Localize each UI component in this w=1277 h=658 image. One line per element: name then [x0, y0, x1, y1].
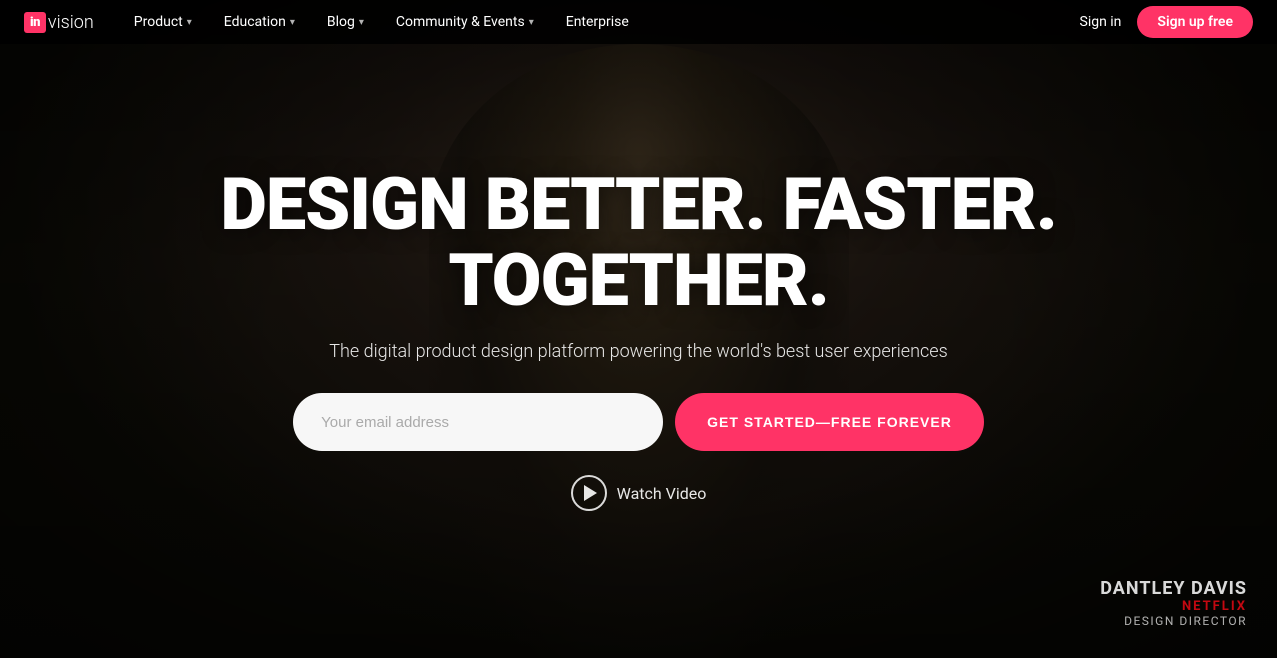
chevron-down-icon: ▾ [187, 17, 192, 28]
nav-right: Sign in Sign up free [1080, 6, 1254, 38]
chevron-down-icon: ▾ [359, 17, 364, 28]
main-nav: in vision Product ▾ Education ▾ Blog ▾ C… [0, 0, 1277, 44]
hero-content: DESIGN BETTER. FASTER. TOGETHER. The dig… [89, 147, 1189, 511]
nav-item-community[interactable]: Community & Events ▾ [380, 0, 550, 44]
nav-product-label: Product [134, 14, 183, 30]
hero-title: DESIGN BETTER. FASTER. TOGETHER. [89, 167, 1189, 318]
hero-subtitle: The digital product design platform powe… [329, 338, 947, 365]
chevron-down-icon: ▾ [290, 17, 295, 28]
nav-community-label: Community & Events [396, 14, 525, 30]
play-triangle [584, 485, 597, 501]
credit-role: DESIGN DIRECTOR [1100, 614, 1247, 628]
hero-section: in vision Product ▾ Education ▾ Blog ▾ C… [0, 0, 1277, 658]
logo[interactable]: in vision [24, 12, 94, 33]
chevron-down-icon: ▾ [529, 17, 534, 28]
nav-enterprise-label: Enterprise [566, 14, 629, 30]
nav-item-education[interactable]: Education ▾ [208, 0, 311, 44]
watch-video-button[interactable]: Watch Video [571, 475, 707, 511]
nav-blog-label: Blog [327, 14, 355, 30]
logo-text: vision [48, 12, 94, 33]
nav-education-label: Education [224, 14, 286, 30]
nav-links: Product ▾ Education ▾ Blog ▾ Community &… [118, 0, 1080, 44]
email-input[interactable] [293, 393, 663, 451]
sign-in-link[interactable]: Sign in [1080, 14, 1122, 30]
logo-badge: in [24, 12, 46, 33]
nav-item-product[interactable]: Product ▾ [118, 0, 208, 44]
sign-up-button[interactable]: Sign up free [1137, 6, 1253, 38]
get-started-button[interactable]: GET STARTED—FREE FOREVER [675, 393, 984, 451]
person-credit: DANTLEY DAVIS NETFLIX DESIGN DIRECTOR [1100, 578, 1247, 628]
watch-video-label: Watch Video [617, 484, 707, 503]
credit-name: DANTLEY DAVIS [1100, 578, 1247, 599]
nav-item-blog[interactable]: Blog ▾ [311, 0, 380, 44]
hero-form: GET STARTED—FREE FOREVER [293, 393, 984, 451]
nav-item-enterprise[interactable]: Enterprise [550, 0, 645, 44]
credit-company: NETFLIX [1100, 599, 1247, 614]
play-icon [571, 475, 607, 511]
